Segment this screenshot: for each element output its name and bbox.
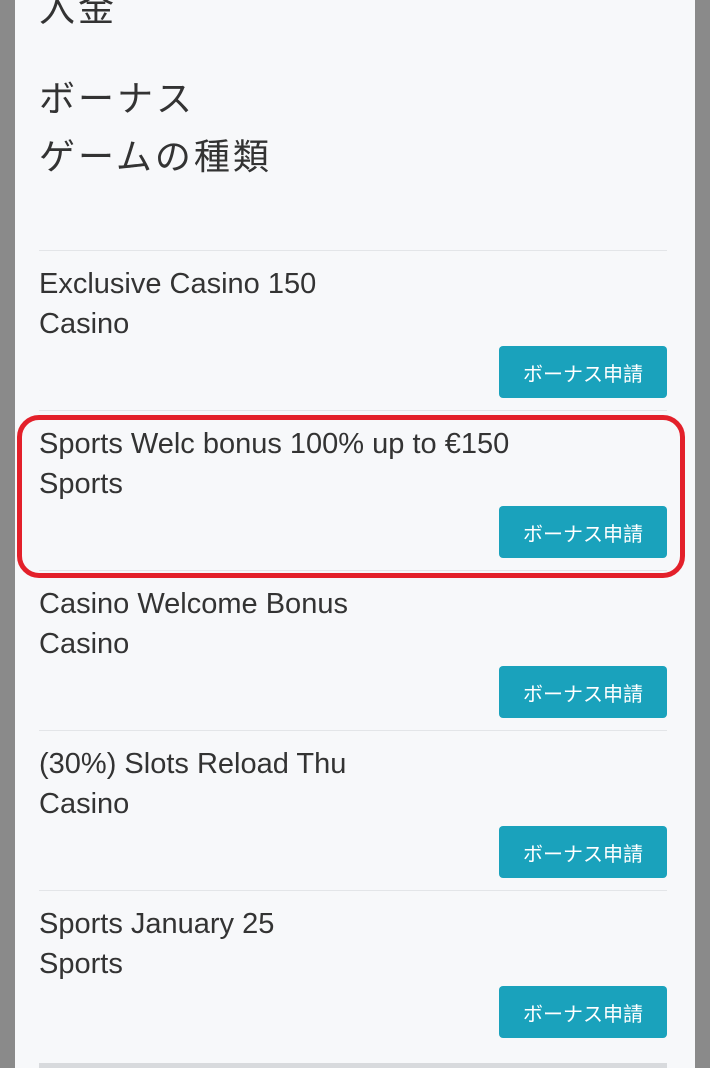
game-type-heading: ゲームの種類	[39, 137, 272, 178]
bonus-row: Sports January 25 Sports ボーナス申請	[39, 890, 667, 1050]
apply-bonus-button[interactable]: ボーナス申請	[499, 986, 667, 1038]
bonus-name: Sports Welc bonus 100% up to €150	[39, 428, 510, 460]
deposit-heading: 入金	[39, 0, 118, 30]
bonus-heading: ボーナス	[39, 79, 196, 120]
bonus-row: Exclusive Casino 150 Casino ボーナス申請	[39, 250, 667, 410]
apply-bonus-button[interactable]: ボーナス申請	[499, 826, 667, 878]
bonus-name: Sports January 25	[39, 908, 275, 940]
bonus-name: Exclusive Casino 150	[39, 268, 317, 300]
apply-bonus-button[interactable]: ボーナス申請	[499, 506, 667, 558]
bonus-category: Casino	[39, 628, 130, 660]
bonus-name: Casino Welcome Bonus	[39, 588, 348, 620]
apply-bonus-button[interactable]: ボーナス申請	[499, 666, 667, 718]
bonus-row: Casino Welcome Bonus Casino ボーナス申請	[39, 570, 667, 730]
bonus-list: Exclusive Casino 150 Casino ボーナス申請 Sport…	[39, 250, 667, 1050]
apply-bonus-button[interactable]: ボーナス申請	[499, 346, 667, 398]
bonus-row: Sports Welc bonus 100% up to €150 Sports…	[39, 410, 667, 570]
bonus-category: Sports	[39, 468, 123, 500]
list-bottom-divider	[39, 1063, 667, 1068]
bonus-category: Casino	[39, 788, 130, 820]
bonus-name: (30%) Slots Reload Thu	[39, 748, 347, 780]
bonus-category: Sports	[39, 948, 123, 980]
bonus-row: (30%) Slots Reload Thu Casino ボーナス申請	[39, 730, 667, 890]
bonus-category: Casino	[39, 308, 130, 340]
